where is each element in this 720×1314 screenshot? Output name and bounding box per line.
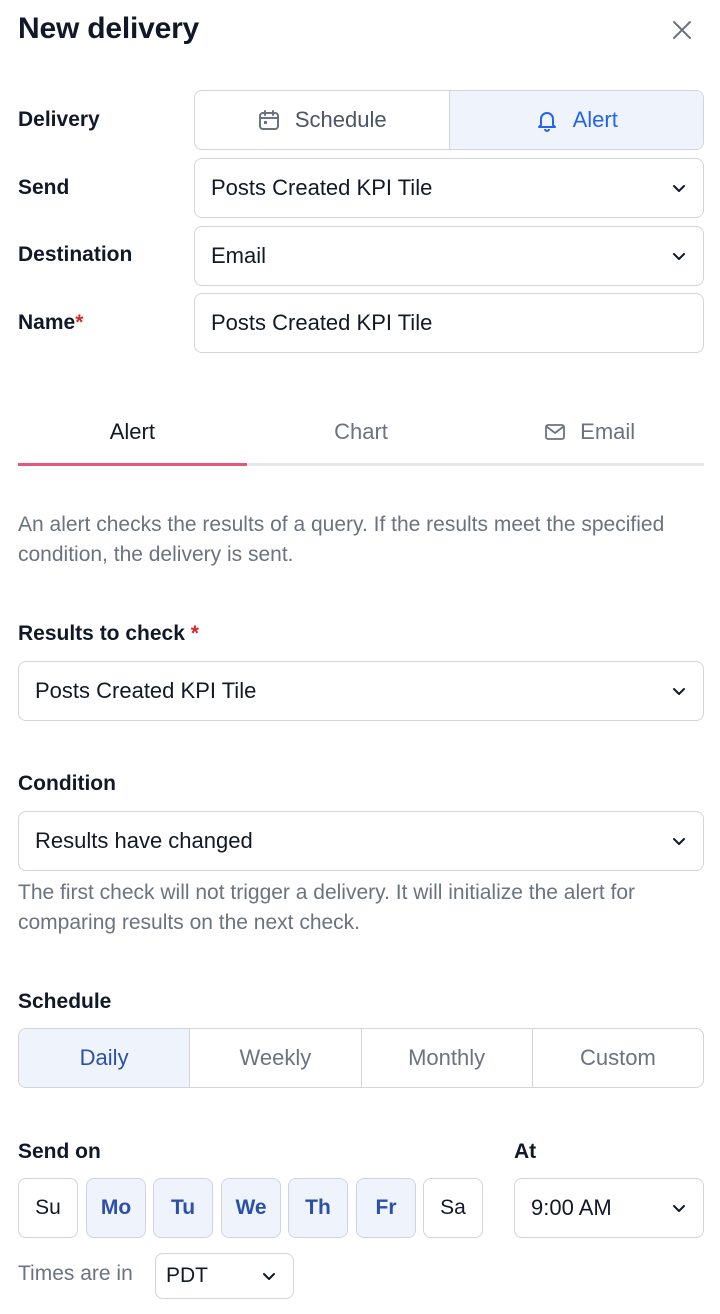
at-label: At (514, 1140, 537, 1163)
delivery-tabs: Alert Chart Email (18, 400, 704, 466)
results-to-check-value: Posts Created KPI Tile (35, 678, 257, 703)
destination-value: Email (211, 243, 267, 268)
send-on-label: Send on (18, 1140, 101, 1163)
mail-icon (545, 423, 566, 440)
name-input[interactable]: Posts Created KPI Tile (194, 293, 704, 353)
schedule-monthly-option[interactable]: Monthly (360, 1029, 532, 1087)
delivery-type-toggle: Schedule Alert (194, 90, 704, 150)
results-to-check-label: Results to check * (18, 622, 199, 645)
chevron-down-icon (673, 838, 685, 845)
delivery-alert-option[interactable]: Alert (448, 91, 703, 149)
schedule-weekly-option[interactable]: Weekly (189, 1029, 360, 1087)
calendar-icon (258, 110, 279, 130)
dialog-title: New delivery (18, 12, 200, 45)
day-sunday[interactable]: Su (18, 1178, 78, 1238)
schedule-label: Schedule (18, 990, 112, 1013)
day-saturday[interactable]: Sa (423, 1178, 483, 1238)
delivery-alert-label: Alert (572, 107, 618, 132)
tab-chart[interactable]: Chart (247, 400, 476, 463)
chevron-down-icon (673, 1205, 685, 1212)
destination-label: Destination (18, 243, 133, 266)
timezone-select[interactable]: PDT (155, 1253, 294, 1299)
bell-icon (537, 112, 556, 132)
delivery-label: Delivery (18, 108, 100, 131)
time-value: 9:00 AM (531, 1195, 612, 1220)
condition-label: Condition (18, 772, 116, 795)
schedule-frequency-toggle: Daily Weekly Monthly Custom (18, 1028, 704, 1088)
condition-value: Results have changed (35, 828, 253, 853)
send-select[interactable]: Posts Created KPI Tile (194, 158, 704, 218)
day-wednesday[interactable]: We (221, 1178, 281, 1238)
tab-alert-label: Alert (109, 418, 155, 444)
day-monday[interactable]: Mo (86, 1178, 146, 1238)
tab-email[interactable]: Email (475, 400, 704, 463)
required-mark: * (75, 311, 84, 334)
timezone-value: PDT (166, 1264, 208, 1287)
send-value: Posts Created KPI Tile (211, 175, 433, 200)
required-mark: * (190, 622, 199, 645)
chevron-down-icon (673, 253, 685, 260)
condition-help: The first check will not trigger a deliv… (18, 881, 635, 934)
chevron-down-icon (673, 185, 685, 192)
timezone-label: Times are in (18, 1262, 133, 1285)
name-label: Name* (18, 311, 84, 334)
results-to-check-select[interactable]: Posts Created KPI Tile (18, 661, 704, 721)
name-value: Posts Created KPI Tile (211, 310, 433, 335)
close-icon (673, 21, 691, 39)
day-friday[interactable]: Fr (356, 1178, 416, 1238)
condition-select[interactable]: Results have changed (18, 811, 704, 871)
tab-alert[interactable]: Alert (18, 400, 247, 466)
chevron-down-icon (673, 688, 685, 695)
delivery-schedule-label: Schedule (294, 107, 387, 132)
alert-description: An alert checks the results of a query. … (18, 513, 665, 566)
schedule-daily-option[interactable]: Daily (19, 1029, 190, 1087)
tab-email-label: Email (580, 418, 636, 444)
day-tuesday[interactable]: Tu (153, 1178, 213, 1238)
chevron-down-icon (263, 1273, 275, 1280)
delivery-schedule-option[interactable]: Schedule (195, 91, 449, 149)
tab-chart-label: Chart (334, 418, 388, 444)
schedule-custom-option[interactable]: Custom (531, 1029, 703, 1087)
close-button[interactable] (668, 16, 696, 44)
destination-select[interactable]: Email (194, 226, 704, 286)
send-label: Send (18, 176, 70, 199)
time-select[interactable]: 9:00 AM (514, 1178, 704, 1238)
day-thursday[interactable]: Th (288, 1178, 348, 1238)
